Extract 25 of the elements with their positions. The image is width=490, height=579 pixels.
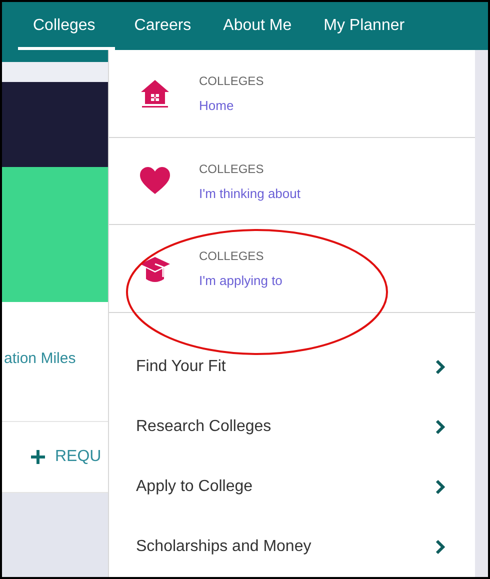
request-button[interactable]: REQU <box>2 448 102 466</box>
nav-tab[interactable]: About Me <box>210 2 305 50</box>
chevron-right-icon <box>435 539 445 556</box>
college-list-item[interactable]: COLLEGES I'm thinking about <box>109 138 475 226</box>
milestones-link[interactable]: ation Miles <box>4 350 76 367</box>
list-link[interactable]: I'm applying to <box>199 273 282 288</box>
list-link[interactable]: I'm thinking about <box>199 186 300 200</box>
nav-tab[interactable]: My Planner <box>310 2 418 50</box>
category-label: COLLEGES <box>199 162 265 176</box>
college-list-item[interactable]: COLLEGES I'm applying to <box>109 225 475 314</box>
category-label: COLLEGES <box>199 249 265 264</box>
college-list-item[interactable]: COLLEGES Home <box>109 50 475 138</box>
menu-item[interactable]: Find Your Fit <box>109 337 475 398</box>
menu-item[interactable]: Apply to College <box>109 457 475 518</box>
chevron-right-icon <box>435 359 445 376</box>
menu-item[interactable]: Scholarships and Money <box>109 517 475 577</box>
heart-icon <box>139 165 171 197</box>
house-icon <box>139 77 171 110</box>
list-link[interactable]: Home <box>199 98 264 113</box>
nav-tab[interactable]: Careers <box>121 2 204 50</box>
menu-item[interactable]: Research Colleges <box>109 397 475 458</box>
plus-icon <box>30 449 46 465</box>
chevron-right-icon <box>435 419 445 436</box>
category-label: COLLEGES <box>199 74 264 88</box>
chevron-right-icon <box>435 479 445 496</box>
